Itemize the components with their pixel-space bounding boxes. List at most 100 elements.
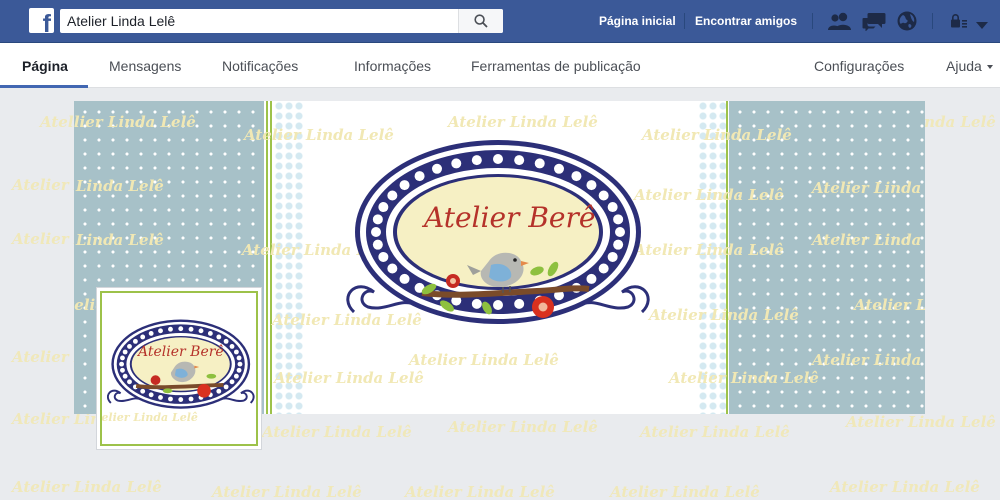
- profile-logo-emblem: [107, 319, 255, 409]
- emblem-dot: [119, 361, 124, 367]
- emblem-dot: [598, 190, 609, 201]
- watermark-text: Atelier Linda Lelê: [854, 296, 925, 314]
- emblem-dot: [387, 263, 398, 274]
- emblem-dot: [207, 331, 213, 336]
- emblem-dot: [233, 349, 239, 355]
- emblem-dot: [216, 388, 222, 394]
- emblem-dot: [148, 331, 154, 336]
- privacy-lock-icon[interactable]: [951, 14, 967, 33]
- emblem-dot: [236, 367, 242, 373]
- watermark-text: Atelier Linda Lelê: [812, 231, 925, 249]
- active-tab-indicator: [0, 85, 88, 88]
- divider: [812, 13, 813, 29]
- cover-bird-illustration: [421, 252, 590, 318]
- watermark-text: Atelier Linda Lelê: [812, 351, 925, 369]
- emblem-dot: [229, 379, 235, 385]
- emblem-dot: [120, 355, 125, 361]
- emblem-dot: [399, 180, 410, 191]
- search-box: [60, 9, 503, 33]
- emblem-dot: [615, 227, 625, 237]
- profile-logo-title: Atelier Berê: [138, 344, 224, 360]
- cover-logo-title: Atelier Berê: [424, 201, 596, 234]
- emblem-dot: [534, 158, 545, 169]
- divider: [684, 13, 685, 29]
- watermark-text: Atelier Linda Lelê: [634, 241, 784, 259]
- account-menu-icon[interactable]: [976, 17, 988, 35]
- watermark-text: Atelier Linda Lelê: [409, 351, 559, 369]
- emblem-dot: [514, 155, 525, 166]
- watermark-text: Atelier Linda Lelê: [448, 113, 598, 131]
- tab-pagina[interactable]: Página: [22, 59, 68, 73]
- emblem-dot: [451, 158, 462, 169]
- search-button[interactable]: [458, 9, 503, 33]
- emblem-dot: [127, 379, 132, 385]
- chevron-down-icon: [986, 65, 993, 69]
- watermark-text: Atelier Linda Lelê: [12, 478, 162, 496]
- emblem-dot: [122, 349, 128, 355]
- tab-informacoes[interactable]: Informações: [354, 59, 431, 73]
- emblem-dot: [140, 388, 146, 394]
- tab-ajuda-label: Ajuda: [946, 58, 982, 74]
- divider: [932, 13, 933, 29]
- emblem-dot: [613, 214, 624, 225]
- emblem-dot: [223, 338, 229, 344]
- emblem-dot: [178, 397, 184, 402]
- friend-requests-icon[interactable]: [828, 11, 852, 36]
- tab-mensagens[interactable]: Mensagens: [109, 59, 181, 73]
- nav-find-friends-link[interactable]: Encontrar amigos: [695, 14, 797, 28]
- tab-ferramentas-de-publicacao[interactable]: Ferramentas de publicação: [471, 59, 641, 73]
- emblem-dot: [471, 155, 482, 166]
- emblem-dot: [372, 214, 383, 225]
- watermark-text: Atelier Linda Lelê: [74, 113, 196, 131]
- watermark-text: Atelier Linda Lelê: [830, 478, 980, 496]
- tab-configuracoes[interactable]: Configurações: [814, 59, 904, 73]
- watermark-text: Atelier Linda Lelê: [642, 126, 792, 144]
- emblem-dot: [432, 163, 442, 174]
- nav-home-link[interactable]: Página inicial: [599, 14, 676, 28]
- emblem-dot: [140, 334, 146, 340]
- emblem-dot: [223, 384, 229, 390]
- tab-notificacoes[interactable]: Notificações: [222, 59, 298, 73]
- search-icon: [474, 14, 488, 28]
- profile-picture[interactable]: Atelier Linda Lelê Atelier Berê: [96, 287, 262, 450]
- emblem-dot: [168, 326, 173, 332]
- watermark-text: Atelier Linda Lelê: [634, 186, 784, 204]
- search-input[interactable]: [60, 9, 458, 33]
- emblem-dot: [607, 202, 618, 213]
- emblem-dot: [598, 263, 609, 274]
- facebook-logo-icon[interactable]: f: [29, 8, 54, 33]
- watermark-text: Atelier Linda Lelê: [649, 306, 799, 324]
- emblem-dot: [613, 239, 624, 250]
- notifications-globe-icon[interactable]: [897, 11, 917, 36]
- emblem-dot: [158, 394, 163, 400]
- emblem-dot: [237, 361, 243, 367]
- emblem-dot: [607, 251, 618, 262]
- messages-icon[interactable]: [862, 11, 886, 36]
- watermark-text: Atelier Linda Lelê: [212, 483, 362, 500]
- tab-ajuda[interactable]: Ajuda: [946, 59, 993, 73]
- emblem-dot: [387, 190, 398, 201]
- emblem-dot: [122, 373, 128, 379]
- emblem-dot: [188, 396, 194, 402]
- emblem-dot: [127, 343, 132, 349]
- emblem-dot: [148, 392, 154, 398]
- emblem-dot: [586, 180, 597, 191]
- emblem-dot: [372, 239, 383, 250]
- emblem-dot: [371, 227, 381, 237]
- watermark-text: Atelier Linda Lelê: [262, 423, 412, 441]
- watermark-text: Atelier Linda Lelê: [610, 483, 760, 500]
- emblem-dot: [168, 396, 173, 402]
- emblem-dot: [120, 367, 125, 373]
- emblem-dot: [399, 273, 410, 284]
- watermark-text: Atelier Linda Lelê: [812, 179, 925, 197]
- profile-picture-frame: Atelier Linda Lelê Atelier Berê: [100, 291, 258, 446]
- emblem-dot: [158, 328, 163, 334]
- watermark-text: Atelier Linda Lelê: [846, 413, 996, 431]
- top-navigation-bar: f Página inicial Encontrar amigos: [0, 0, 1000, 43]
- watermark-text: Atelier Linda Lelê: [669, 369, 819, 387]
- emblem-dot: [236, 355, 242, 361]
- watermark-text: Atelier Linda Lelê: [640, 423, 790, 441]
- emblem-dot: [378, 251, 389, 262]
- emblem-dot: [233, 373, 239, 379]
- emblem-dot: [198, 328, 204, 334]
